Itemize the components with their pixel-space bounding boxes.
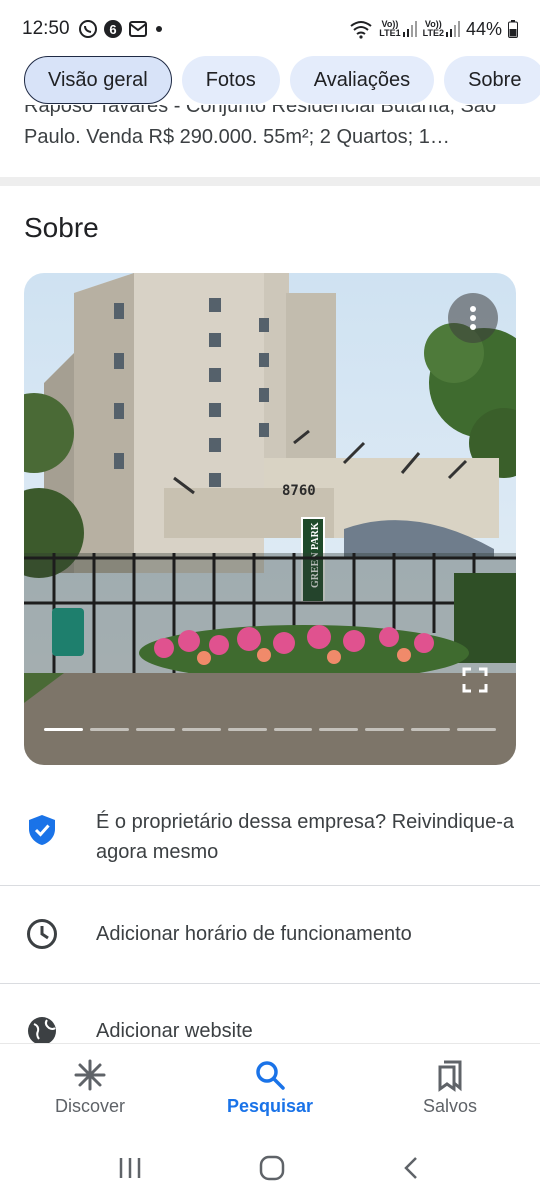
tab-sobre[interactable]: Sobre <box>444 56 540 104</box>
status-bar: 12:50 6 Vo)) LTE1 Vo)) LTE2 44% <box>0 0 540 58</box>
tab-visao-geral[interactable]: Visão geral <box>24 56 172 104</box>
carousel-indicators <box>44 728 497 731</box>
app-b-icon: 6 <box>103 20 122 38</box>
bottom-navigation: Discover Pesquisar Salvos <box>0 1043 540 1135</box>
back-icon[interactable] <box>401 1155 423 1181</box>
photo-more-options-button[interactable] <box>448 293 498 343</box>
nav-discover-label: Discover <box>54 1096 125 1116</box>
building-number: 8760 <box>282 483 316 499</box>
description-line-2: Paulo. Venda R$ 290.000. 55m²; 2 Quartos… <box>24 126 450 148</box>
status-time: 12:50 <box>22 18 70 39</box>
signal-icon <box>402 21 417 37</box>
carousel-dot[interactable] <box>44 728 83 731</box>
notification-icons: 6 <box>78 19 165 39</box>
add-website-row[interactable]: Adicionar website <box>0 984 540 1045</box>
carousel-dot[interactable] <box>411 728 451 731</box>
about-title: Sobre <box>24 212 99 243</box>
description-line-1: Raposo Tavares - Conjunto Residencial Bu… <box>24 105 497 117</box>
system-navigation-bar <box>0 1135 540 1200</box>
building-photo: 8760 GREEN PARK <box>24 273 516 765</box>
wifi-icon <box>350 21 372 39</box>
add-hours-text: Adicionar horário de funcionamento <box>96 923 412 945</box>
listing-description[interactable]: Raposo Tavares - Conjunto Residencial Bu… <box>24 105 524 153</box>
home-icon[interactable] <box>258 1154 286 1182</box>
carousel-dot[interactable] <box>89 728 129 731</box>
sim1-indicator: Vo)) LTE1 <box>379 20 417 38</box>
more-vert-icon <box>470 306 476 330</box>
verified-shield-icon <box>29 815 55 845</box>
about-photo-carousel[interactable]: 8760 GREEN PARK <box>24 273 516 765</box>
nav-salvos[interactable]: Salvos <box>360 1044 540 1135</box>
recent-apps-icon[interactable] <box>117 1156 143 1180</box>
place-tabs: Visão geral Fotos Avaliações Sobre <box>24 56 540 104</box>
svg-text:6: 6 <box>109 22 116 37</box>
claim-business-row[interactable]: É o proprietário dessa empresa? Reivindi… <box>0 797 540 887</box>
tab-avaliacoes[interactable]: Avaliações <box>289 56 435 104</box>
clock-icon <box>27 919 57 949</box>
section-divider <box>0 177 540 186</box>
discover-asterisk-icon <box>74 1059 106 1091</box>
carousel-dot[interactable] <box>181 728 221 731</box>
carousel-dot[interactable] <box>135 728 175 731</box>
status-right: Vo)) LTE1 Vo)) LTE2 44% <box>349 19 518 40</box>
mail-icon <box>128 21 147 37</box>
nav-discover[interactable]: Discover <box>0 1044 180 1135</box>
carousel-dot[interactable] <box>273 728 313 731</box>
tab-fotos[interactable]: Fotos <box>181 56 280 104</box>
add-hours-row[interactable]: Adicionar horário de funcionamento <box>0 886 540 982</box>
signal-icon <box>445 21 460 37</box>
dot-icon <box>155 26 162 32</box>
sim2-indicator: Vo)) LTE2 <box>423 20 460 38</box>
add-website-text: Adicionar website <box>96 1020 253 1042</box>
nav-salvos-label: Salvos <box>422 1096 478 1116</box>
whatsapp-icon <box>78 20 97 38</box>
battery-percent: 44% <box>465 18 502 39</box>
bookmarks-icon <box>438 1060 462 1092</box>
nav-pesquisar[interactable]: Pesquisar <box>180 1044 360 1135</box>
nav-pesquisar-label: Pesquisar <box>226 1096 314 1116</box>
search-icon <box>256 1061 285 1090</box>
battery-icon <box>508 20 518 38</box>
fullscreen-icon <box>462 667 488 693</box>
place-content: Raposo Tavares - Conjunto Residencial Bu… <box>0 105 540 1045</box>
claim-business-text: É o proprietário dessa empresa? Reivindi… <box>96 811 515 863</box>
carousel-dot[interactable] <box>365 728 405 731</box>
carousel-dot[interactable] <box>457 728 497 731</box>
carousel-dot[interactable] <box>319 728 359 731</box>
fullscreen-button[interactable] <box>462 667 488 693</box>
carousel-dot[interactable] <box>227 728 267 731</box>
globe-icon <box>28 1017 56 1045</box>
